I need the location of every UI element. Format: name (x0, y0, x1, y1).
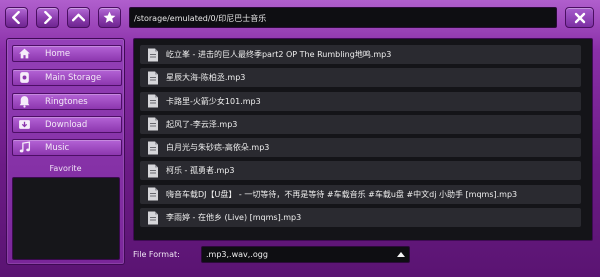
file-name: 卡路里-火箭少女101.mp3 (166, 96, 261, 106)
home-icon (15, 46, 33, 61)
up-button[interactable] (67, 7, 90, 28)
top-toolbar: /storage/emulated/0/印尼巴士音乐 (0, 0, 600, 36)
app-window: /storage/emulated/0/印尼巴士音乐 Home Main Sto… (0, 0, 600, 277)
file-format-label: File Format: (133, 250, 180, 259)
sidebar-item-label: Download (45, 119, 88, 130)
sidebar-item-label: Home (45, 48, 71, 59)
path-field[interactable]: /storage/emulated/0/印尼巴士音乐 (129, 7, 557, 28)
file-item[interactable]: 李雨婷 - 在他乡 (Live) [mqms].mp3 (140, 208, 581, 228)
favorite-button[interactable] (98, 7, 121, 28)
chevron-right-icon (44, 11, 52, 24)
file-icon (148, 48, 158, 61)
sidebar-item-music[interactable]: Music (12, 139, 122, 156)
file-icon (148, 141, 158, 155)
file-list: 屹立峯 - 进击的巨人最终季part2 OP The Rumbling地鸣.mp… (133, 38, 593, 241)
file-name: 嗨音车载DJ【U盘】 - 一切等待，不再是等待 #车载音乐 #车载u盘 #中文d… (166, 189, 518, 199)
sidebar-item-label: Ringtones (45, 96, 88, 107)
sidebar-item-ringtones[interactable]: Ringtones (12, 93, 122, 110)
file-icon (148, 94, 158, 108)
ringtone-icon (15, 94, 33, 109)
file-item[interactable]: 白月光与朱砂痣-高依朵.mp3 (140, 138, 581, 158)
sidebar-item-main-storage[interactable]: Main Storage (12, 69, 122, 86)
storage-icon (15, 70, 33, 85)
file-icon (148, 117, 158, 131)
file-format-value: .mp3,.wav,.ogg (206, 250, 268, 259)
sidebar-item-label: Main Storage (45, 72, 102, 83)
file-name: 起风了-李云泽.mp3 (166, 119, 238, 129)
file-item[interactable]: 柯乐 - 孤勇者.mp3 (140, 161, 581, 181)
favorite-heading: Favorite (49, 164, 82, 173)
music-icon (15, 140, 33, 155)
file-name: 白月光与朱砂痣-高依朵.mp3 (166, 143, 270, 153)
chevron-left-icon (12, 11, 20, 24)
file-name: 星辰大海-陈柏丞.mp3 (166, 73, 246, 83)
file-item[interactable]: 星辰大海-陈柏丞.mp3 (140, 68, 581, 88)
file-format-select[interactable]: .mp3,.wav,.ogg (201, 246, 410, 263)
sidebar-item-download[interactable]: Download (12, 116, 122, 133)
file-icon (148, 187, 158, 201)
dropdown-arrow-icon (397, 252, 405, 257)
forward-button[interactable] (36, 7, 59, 28)
file-icon (148, 211, 158, 225)
back-button[interactable] (5, 7, 28, 28)
close-icon (574, 12, 585, 23)
file-name: 柯乐 - 孤勇者.mp3 (166, 166, 235, 176)
download-icon (15, 117, 33, 132)
close-button[interactable] (565, 7, 594, 28)
file-name: 李雨婷 - 在他乡 (Live) [mqms].mp3 (166, 213, 302, 223)
file-name: 屹立峯 - 进击的巨人最终季part2 OP The Rumbling地鸣.mp… (166, 50, 392, 59)
sidebar-item-home[interactable]: Home (12, 45, 122, 62)
sidebar: Home Main Storage Ringtones Download Mus… (6, 38, 125, 265)
favorite-list[interactable] (12, 177, 120, 260)
file-item[interactable]: 卡路里-火箭少女101.mp3 (140, 91, 581, 111)
chevron-up-icon (72, 13, 85, 22)
star-icon (103, 11, 116, 23)
file-item[interactable]: 起风了-李云泽.mp3 (140, 114, 581, 134)
sidebar-item-label: Music (45, 142, 70, 153)
file-icon (148, 164, 158, 178)
file-icon (148, 71, 158, 85)
file-item[interactable]: 嗨音车载DJ【U盘】 - 一切等待，不再是等待 #车载音乐 #车载u盘 #中文d… (140, 184, 581, 204)
file-item[interactable]: 屹立峯 - 进击的巨人最终季part2 OP The Rumbling地鸣.mp… (140, 45, 581, 64)
